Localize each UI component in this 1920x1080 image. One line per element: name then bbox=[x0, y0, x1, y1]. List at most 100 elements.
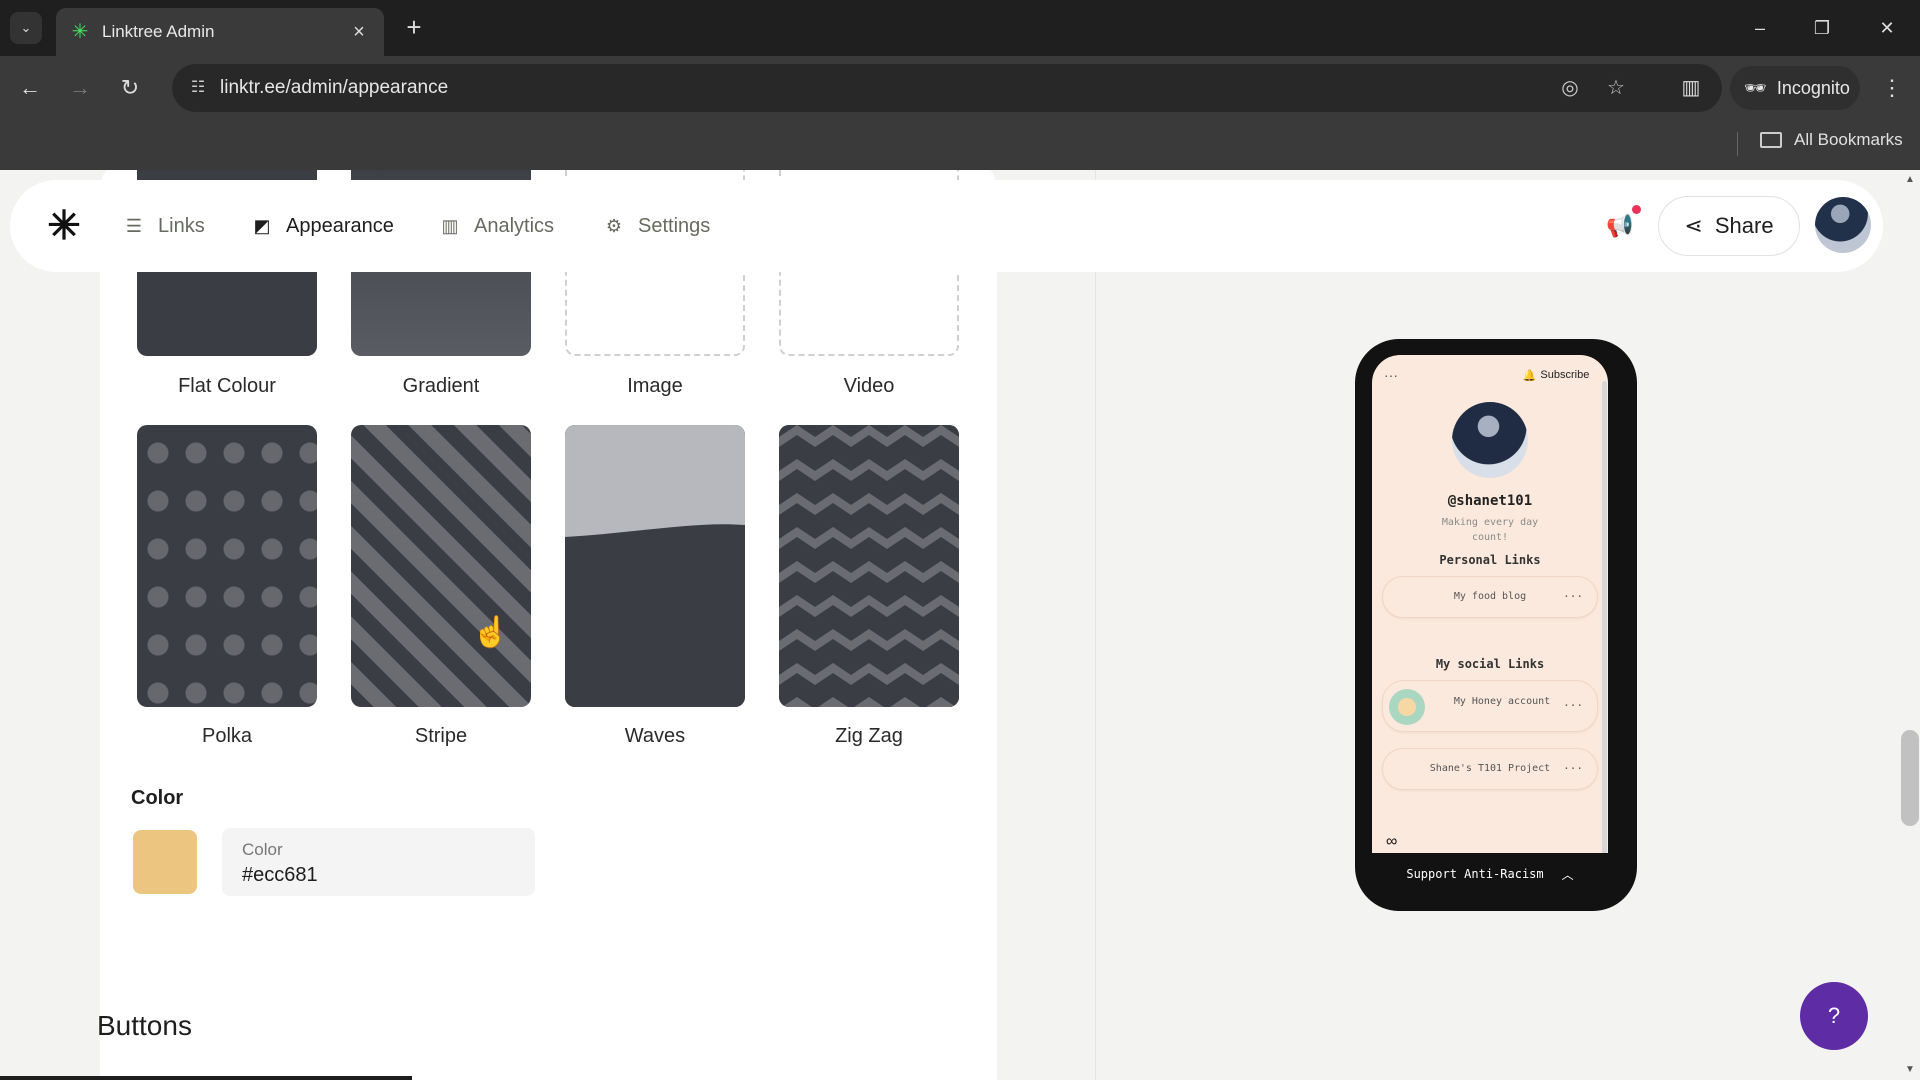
help-button[interactable]: ? bbox=[1800, 982, 1868, 1050]
nav-links[interactable]: ☰ Links bbox=[122, 207, 205, 245]
bg-label-zig-zag: Zig Zag bbox=[835, 725, 903, 747]
profile-avatar[interactable] bbox=[1815, 197, 1871, 253]
all-bookmarks-button[interactable]: All Bookmarks bbox=[1760, 130, 1903, 150]
buttons-heading: Buttons bbox=[97, 1010, 192, 1041]
bg-option-polka[interactable] bbox=[137, 425, 317, 707]
preview-more-icon: ··· bbox=[1384, 367, 1398, 383]
settings-icon: ⚙ bbox=[605, 215, 623, 236]
bg-option-waves[interactable] bbox=[565, 425, 745, 707]
nav-analytics-label: Analytics bbox=[474, 214, 555, 237]
star-icon[interactable]: ☆ bbox=[1602, 74, 1630, 102]
side-panel-icon: ▥ bbox=[1681, 77, 1701, 99]
side-panel-button[interactable]: ▥ bbox=[1675, 72, 1707, 104]
share-icon: ⋖ bbox=[1684, 213, 1703, 238]
tab-list-button[interactable]: ⌄ bbox=[10, 12, 42, 44]
hand-cursor-icon: ☝ bbox=[472, 616, 510, 649]
preview-handle: @shanet101 bbox=[1447, 493, 1533, 509]
mobile-preview: ··· 🔔 Subscribe @shanet101 Making every … bbox=[1355, 339, 1637, 911]
notification-dot bbox=[1632, 205, 1641, 214]
preview-link-project: Shane's T101 Project ··· bbox=[1382, 748, 1598, 790]
tab-close-icon[interactable]: × bbox=[348, 21, 370, 44]
minimize-button[interactable]: – bbox=[1740, 12, 1780, 44]
site-info-icon[interactable]: ☷ bbox=[186, 76, 210, 100]
preview-link-honey-label: My Honey account bbox=[1453, 696, 1551, 707]
tab-title: Linktree Admin bbox=[102, 22, 215, 41]
incognito-label: Incognito bbox=[1776, 77, 1850, 98]
back-arrow-icon: ← bbox=[19, 75, 41, 100]
bookmarks-divider bbox=[1737, 132, 1738, 156]
reload-button[interactable]: ↻ bbox=[114, 72, 146, 104]
backgrounds-card: Flat Colour Gradient Image Video Polka S… bbox=[100, 170, 997, 1080]
browser-tab[interactable]: ✳ Linktree Admin × bbox=[56, 8, 384, 56]
incognito-badge[interactable]: 🕶 Incognito bbox=[1730, 66, 1860, 110]
preview-subscribe-button: 🔔 Subscribe bbox=[1512, 363, 1600, 387]
bg-label-waves: Waves bbox=[624, 725, 686, 747]
color-heading: Color bbox=[131, 787, 184, 809]
preview-social-icon: ∞ bbox=[1386, 833, 1398, 850]
chevron-up-icon: ︿ bbox=[1561, 867, 1574, 882]
nav-appearance[interactable]: ◩ Appearance bbox=[250, 207, 393, 245]
preview-link-honey: My Honey account ··· bbox=[1382, 680, 1598, 732]
incognito-icon: 🕶 bbox=[1744, 77, 1767, 98]
bookmarks-bar: All Bookmarks bbox=[0, 120, 1920, 170]
admin-top-nav: ✳ ☰ Links ◩ Appearance ▥ Analytics ⚙ Set… bbox=[10, 180, 1883, 272]
preview-link-project-label: Shane's T101 Project bbox=[1429, 763, 1551, 774]
restore-button[interactable]: ❐ bbox=[1802, 12, 1842, 44]
back-button[interactable]: ← bbox=[14, 72, 46, 104]
page-scrollbar-track[interactable] bbox=[1900, 170, 1920, 1080]
preview-section-social: My social Links bbox=[1435, 657, 1545, 671]
bar-chart-icon: ▥ bbox=[441, 215, 459, 236]
forward-arrow-icon: → bbox=[69, 75, 91, 100]
bg-option-stripe[interactable] bbox=[351, 425, 531, 707]
bg-label-image: Image bbox=[627, 375, 683, 397]
color-field-value[interactable]: #ecc681 bbox=[242, 864, 318, 887]
preview-scrollbar bbox=[1602, 381, 1607, 861]
page-scrollbar-thumb[interactable] bbox=[1901, 730, 1919, 826]
eye-off-icon[interactable]: ◎ bbox=[1556, 74, 1584, 102]
preview-support-label: Support Anti-Racism bbox=[1406, 867, 1544, 881]
preview-link-more-icon: ··· bbox=[1563, 699, 1583, 712]
scroll-up-icon[interactable]: ▲ bbox=[1905, 174, 1915, 185]
preview-avatar bbox=[1452, 402, 1528, 478]
new-tab-button[interactable]: + bbox=[398, 12, 430, 44]
browser-menu-icon[interactable]: ⋮ bbox=[1880, 72, 1904, 104]
folder-icon bbox=[1760, 132, 1782, 148]
color-field[interactable]: Color #ecc681 bbox=[222, 828, 535, 896]
preview-bio: Making every day count! bbox=[1441, 517, 1539, 543]
bell-icon: 🔔 bbox=[1522, 369, 1537, 382]
url-text[interactable]: linktr.ee/admin/appearance bbox=[220, 77, 448, 99]
preview-section-personal: Personal Links bbox=[1439, 553, 1541, 567]
bg-label-polka: Polka bbox=[201, 725, 253, 747]
color-field-label: Color bbox=[242, 840, 283, 859]
zigzag-pattern bbox=[779, 425, 959, 707]
bg-option-zig-zag[interactable] bbox=[779, 425, 959, 707]
chevron-down-icon: ⌄ bbox=[20, 20, 32, 35]
forward-button[interactable]: → bbox=[64, 72, 96, 104]
waves-pattern bbox=[565, 425, 745, 707]
scroll-down-icon[interactable]: ▼ bbox=[1905, 1064, 1915, 1075]
shapes-icon: ◩ bbox=[253, 215, 271, 236]
share-label: Share bbox=[1714, 213, 1774, 238]
preview-link-food-blog: My food blog ··· bbox=[1382, 576, 1598, 618]
nav-settings[interactable]: ⚙ Settings bbox=[602, 207, 710, 245]
preview-subscribe-label: Subscribe bbox=[1540, 369, 1590, 381]
share-button[interactable]: ⋖ Share bbox=[1658, 196, 1800, 256]
close-window-button[interactable]: ✕ bbox=[1867, 12, 1907, 44]
nav-links-label: Links bbox=[158, 214, 205, 237]
plus-icon: + bbox=[406, 12, 422, 42]
list-icon: ☰ bbox=[125, 215, 143, 236]
linktree-favicon-icon: ✳ bbox=[71, 21, 89, 43]
preview-divider bbox=[1095, 170, 1096, 1080]
color-swatch[interactable] bbox=[133, 830, 197, 894]
preview-support-banner: Support Anti-Racism ︿ bbox=[1372, 853, 1608, 895]
bg-label-video: Video bbox=[843, 375, 895, 397]
address-bar[interactable]: ☷ linktr.ee/admin/appearance ◎ ☆ bbox=[172, 64, 1722, 112]
page: Flat Colour Gradient Image Video Polka S… bbox=[0, 170, 1920, 1080]
nav-analytics[interactable]: ▥ Analytics bbox=[438, 207, 554, 245]
honey-thumbnail bbox=[1389, 689, 1425, 725]
progress-line bbox=[0, 1076, 412, 1080]
nav-settings-label: Settings bbox=[638, 214, 711, 237]
reload-icon: ↻ bbox=[120, 75, 140, 100]
browser-tab-strip: ⌄ ✳ Linktree Admin × + – ❐ ✕ bbox=[0, 0, 1920, 56]
linktree-logo-icon[interactable]: ✳ bbox=[46, 206, 82, 246]
